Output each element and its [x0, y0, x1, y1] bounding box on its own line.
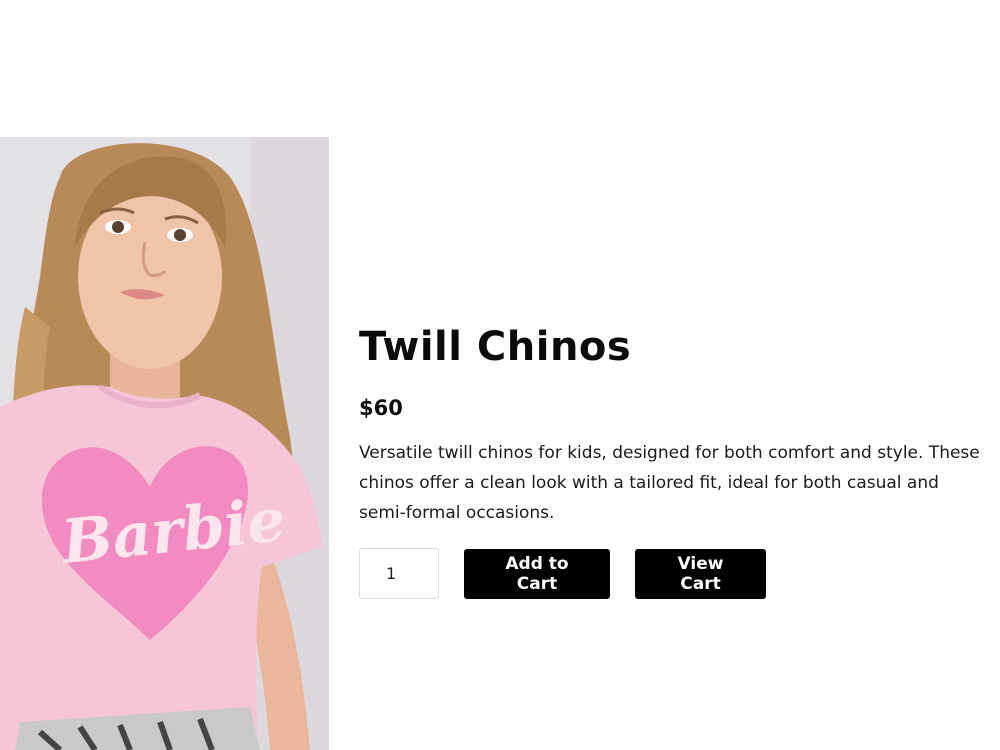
- product-title: Twill Chinos: [359, 324, 632, 370]
- product-description: Versatile twill chinos for kids, designe…: [359, 438, 1000, 528]
- add-to-cart-button[interactable]: Add to Cart: [464, 548, 610, 599]
- product-photo-illustration: Barbie: [0, 137, 329, 750]
- product-price: $60: [359, 396, 403, 420]
- description-line: semi-formal occasions.: [359, 503, 555, 523]
- view-cart-button[interactable]: View Cart: [635, 548, 766, 599]
- cart-actions: Add to Cart View Cart: [359, 548, 1000, 599]
- product-image: Barbie: [0, 137, 329, 750]
- description-line: chinos offer a clean look with a tailore…: [359, 473, 939, 493]
- quantity-input[interactable]: [359, 548, 439, 599]
- product-details: Twill Chinos $60 Versatile twill chinos …: [359, 318, 1000, 599]
- product-page: Barbie Twill Chinos $60 Versatile twill …: [0, 0, 1000, 750]
- description-line: Versatile twill chinos for kids, designe…: [359, 443, 980, 463]
